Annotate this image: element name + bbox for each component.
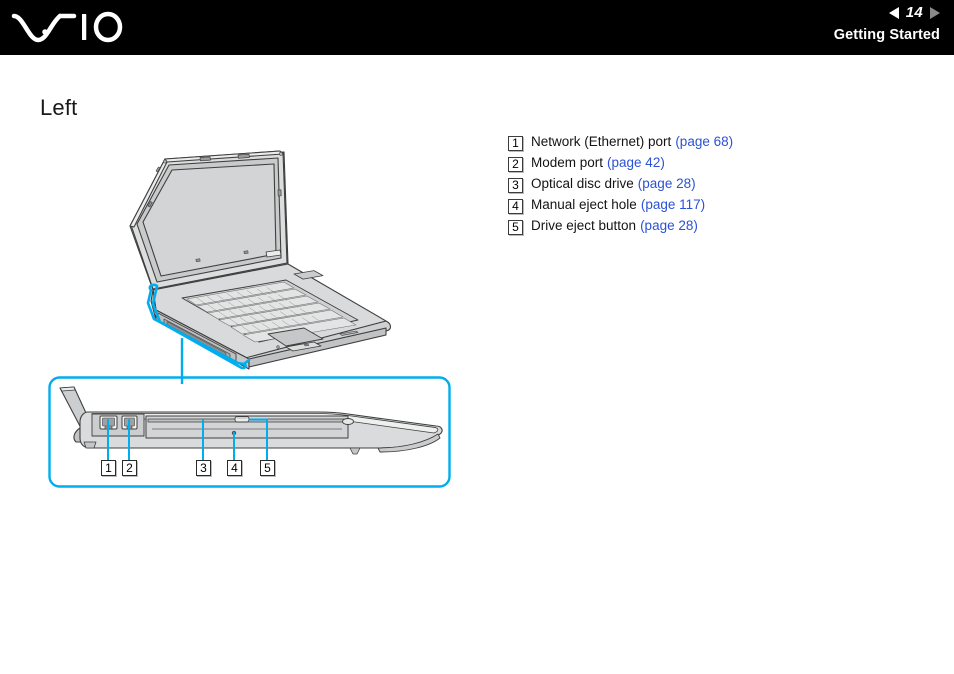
page-reference-link[interactable]: (page 117) <box>641 197 705 212</box>
legend-label: Drive eject button <box>531 218 637 233</box>
list-item: 2 Modem port (page 42) <box>508 155 928 176</box>
list-item: 3 Optical disc drive (page 28) <box>508 176 928 197</box>
diagram-callout-4: 4 <box>227 460 242 476</box>
page-reference-link[interactable]: (page 68) <box>675 134 733 149</box>
legend-label: Modem port <box>531 155 604 170</box>
callout-number: 4 <box>508 199 523 214</box>
page-reference-link[interactable]: (page 28) <box>640 218 698 233</box>
legend-label: Manual eject hole <box>531 197 637 212</box>
list-item: 1 Network (Ethernet) port (page 68) <box>508 134 928 155</box>
diagram-callout-numbers: 1 2 3 4 5 <box>48 458 458 482</box>
diagram-callout-5: 5 <box>260 460 275 476</box>
page-header: 14 Getting Started <box>0 0 954 55</box>
vaio-logo <box>11 3 132 49</box>
callout-number: 5 <box>508 220 523 235</box>
list-item: 5 Drive eject button (page 28) <box>508 218 928 239</box>
page-reference-link[interactable]: (page 28) <box>638 176 696 191</box>
section-title: Getting Started <box>833 27 940 43</box>
legend-label: Network (Ethernet) port <box>531 134 672 149</box>
callout-number: 3 <box>508 178 523 193</box>
page-reference-link[interactable]: (page 42) <box>607 155 665 170</box>
list-item: 4 Manual eject hole (page 117) <box>508 197 928 218</box>
document-page: 14 Getting Started Left 1 Network (Ether… <box>0 0 954 674</box>
legend-label: Optical disc drive <box>531 176 634 191</box>
diagram-callout-2: 2 <box>122 460 137 476</box>
page-navigation: 14 <box>720 2 940 24</box>
header-right-block: 14 Getting Started <box>720 2 940 44</box>
page-title: Left <box>40 95 78 120</box>
callout-number: 1 <box>508 136 523 151</box>
diagram-callout-1: 1 <box>101 460 116 476</box>
triangle-left-icon[interactable] <box>888 7 899 19</box>
page-number: 14 <box>905 4 923 21</box>
callout-number: 2 <box>508 157 523 172</box>
diagram-callout-3: 3 <box>196 460 211 476</box>
legend-list: 1 Network (Ethernet) port (page 68) 2 Mo… <box>508 134 928 239</box>
triangle-right-icon[interactable] <box>930 7 940 19</box>
